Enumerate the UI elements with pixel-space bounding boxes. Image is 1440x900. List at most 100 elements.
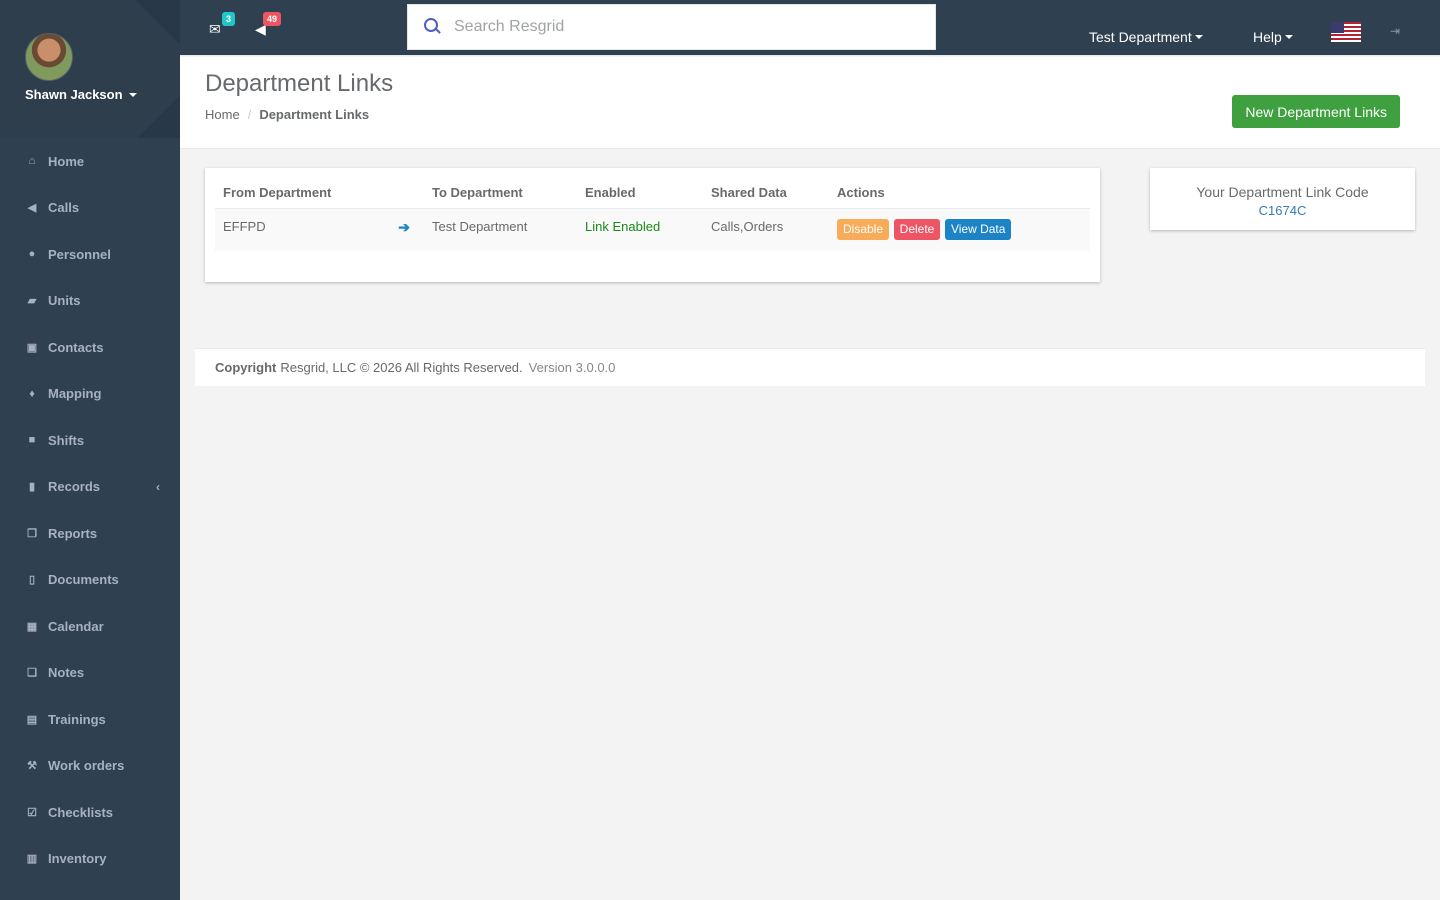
- calendar-icon: ▦: [26, 620, 38, 633]
- sidebar-nav: ⌂ Home ◀ Calls ● Personnel ▰ Units ▣ Contacts…: [0, 138, 180, 882]
- home-icon: ⌂: [28, 155, 36, 168]
- actions-cell: Disable Delete View Data: [829, 208, 1090, 251]
- sidebar-item-label: Work orders: [48, 758, 125, 774]
- messages-button[interactable]: ✉ 3: [209, 12, 235, 37]
- profile-area: Shawn Jackson: [0, 0, 180, 138]
- envelope-icon: ✉: [209, 21, 221, 37]
- notes-icon: ❏: [27, 667, 37, 680]
- user-menu[interactable]: Shawn Jackson: [25, 87, 137, 102]
- column-header-from: From Department: [215, 178, 424, 209]
- sidebar-item-records[interactable]: ▮ Records ‹: [0, 464, 180, 511]
- sidebar-item-label: Personnel: [48, 246, 111, 262]
- sidebar-item-label: Units: [48, 293, 81, 309]
- user-icon: ●: [28, 248, 36, 261]
- truck-icon: ▰: [27, 295, 37, 308]
- copyright-text: Resgrid, LLC © 2026 All Rights Reserved.: [280, 360, 523, 375]
- sidebar-item-label: Calendar: [48, 618, 104, 634]
- checkbox-icon: ☑: [27, 806, 37, 819]
- page-title: Department Links: [205, 70, 394, 97]
- chevron-left-icon: ‹: [156, 479, 160, 494]
- breadcrumb-home[interactable]: Home: [205, 107, 240, 122]
- sidebar-item-contacts[interactable]: ▣ Contacts: [0, 324, 180, 371]
- search-icon: [424, 18, 442, 36]
- sidebar-item-reports[interactable]: ❐ Reports: [0, 510, 180, 557]
- sidebar-item-documents[interactable]: ▯ Documents: [0, 557, 180, 604]
- bullhorn-icon: ◀: [27, 202, 37, 215]
- calls-count-badge: 49: [262, 12, 281, 26]
- breadcrumb-separator: /: [247, 107, 252, 122]
- link-code-label: Your Department Link Code: [1196, 184, 1369, 200]
- calls-button[interactable]: ◀ 49: [255, 12, 281, 36]
- sidebar-item-home[interactable]: ⌂ Home: [0, 138, 180, 185]
- disable-button[interactable]: Disable: [837, 218, 890, 240]
- address-book-icon: ▣: [26, 341, 38, 354]
- wrench-icon: ⚒: [27, 760, 37, 773]
- sidebar-item-label: Reports: [48, 525, 98, 541]
- sidebar-item-label: Trainings: [48, 711, 106, 727]
- sidebar-item-inventory[interactable]: ▥ Inventory: [0, 836, 180, 883]
- sidebar-item-notes[interactable]: ❏ Notes: [0, 650, 180, 697]
- user-name: Shawn Jackson: [25, 87, 123, 102]
- column-header-actions: Actions: [829, 178, 1090, 209]
- sidebar: Shawn Jackson ⌂ Home ◀ Calls ● Personnel ▰ U…: [0, 0, 180, 900]
- sidebar-item-shifts[interactable]: ■ Shifts: [0, 417, 180, 464]
- link-code-value: C1674C: [1258, 203, 1307, 218]
- new-department-links-button[interactable]: New Department Links: [1232, 95, 1400, 128]
- shared-data: Calls,Orders: [703, 208, 829, 251]
- from-department-cell: EFFPD ➔: [215, 208, 424, 251]
- book-icon: ▤: [26, 713, 38, 726]
- sidebar-item-calendar[interactable]: ▦ Calendar: [0, 603, 180, 650]
- footer: Copyright Resgrid, LLC © 2026 All Rights…: [195, 348, 1425, 386]
- sidebar-item-checklists[interactable]: ☑ Checklists: [0, 789, 180, 836]
- sidebar-item-calls[interactable]: ◀ Calls: [0, 185, 180, 232]
- sidebar-item-label: Calls: [48, 200, 80, 216]
- delete-button[interactable]: Delete: [893, 218, 941, 240]
- sidebar-item-label: Contacts: [48, 339, 104, 355]
- column-header-shared: Shared Data: [703, 178, 829, 209]
- sidebar-item-label: Mapping: [48, 386, 102, 402]
- sidebar-item-label: Records: [48, 479, 101, 495]
- department-links-table: From Department To Department Enabled Sh…: [215, 178, 1090, 251]
- messages-count-badge: 3: [221, 12, 235, 26]
- page-heading: Department Links Home / Department Links…: [180, 57, 1440, 149]
- link-code-panel: Your Department Link Code C1674C: [1150, 168, 1415, 230]
- to-department: Test Department: [424, 208, 577, 251]
- caret-down-icon: [128, 92, 137, 97]
- sidebar-item-mapping[interactable]: ♦ Mapping: [0, 371, 180, 418]
- breadcrumb-current: Department Links: [259, 107, 370, 122]
- us-flag-icon[interactable]: [1331, 22, 1361, 42]
- barcode-icon: ▥: [26, 853, 38, 866]
- column-header-to: To Department: [424, 178, 577, 209]
- sidebar-item-label: Documents: [48, 572, 119, 588]
- sidebar-item-label: Shifts: [48, 432, 85, 448]
- caret-down-icon: [1284, 35, 1293, 39]
- view-data-button[interactable]: View Data: [944, 218, 1012, 240]
- file-icon: ▮: [28, 481, 36, 494]
- column-header-enabled: Enabled: [577, 178, 703, 209]
- sidebar-item-personnel[interactable]: ● Personnel: [0, 231, 180, 278]
- briefcase-icon: ■: [28, 434, 36, 447]
- sidebar-item-label: Notes: [48, 665, 85, 681]
- map-marker-icon: ♦: [29, 387, 35, 400]
- sidebar-item-trainings[interactable]: ▤ Trainings: [0, 696, 180, 743]
- department-dropdown[interactable]: Test Department: [1089, 29, 1203, 45]
- logout-icon[interactable]: ⇥: [1390, 25, 1402, 37]
- department-links-panel: From Department To Department Enabled Sh…: [205, 168, 1100, 282]
- search-input[interactable]: [454, 18, 894, 36]
- help-label: Help: [1253, 29, 1282, 45]
- arrow-right-icon: ➔: [398, 218, 410, 235]
- link-status: Link Enabled: [577, 208, 703, 251]
- sidebar-item-label: Home: [48, 153, 85, 169]
- avatar[interactable]: [25, 33, 73, 81]
- copy-icon: ❐: [27, 527, 37, 540]
- department-label: Test Department: [1089, 29, 1192, 45]
- top-navbar: ✉ 3 ◀ 49 Test Department Help ⇥: [180, 0, 1440, 56]
- sidebar-item-work-orders[interactable]: ⚒ Work orders: [0, 743, 180, 790]
- version-text: Version 3.0.0.0: [528, 360, 616, 375]
- table-row: EFFPD ➔ Test Department Link Enabled Cal…: [215, 208, 1090, 251]
- help-dropdown[interactable]: Help: [1253, 29, 1293, 45]
- copyright-label: Copyright: [215, 360, 277, 375]
- sidebar-item-units[interactable]: ▰ Units: [0, 278, 180, 325]
- from-department: EFFPD: [223, 218, 266, 234]
- document-icon: ▯: [28, 574, 36, 587]
